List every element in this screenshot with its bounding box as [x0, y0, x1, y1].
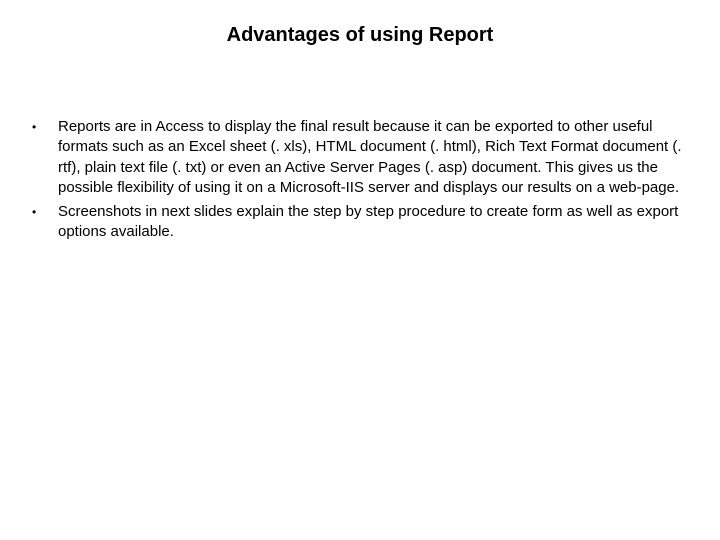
bullet-text: Screenshots in next slides explain the s… — [58, 202, 688, 243]
slide-title: Advantages of using Report — [0, 0, 720, 117]
slide-content: • Reports are in Access to display the f… — [0, 117, 720, 243]
bullet-text: Reports are in Access to display the fin… — [58, 117, 688, 198]
slide: Advantages of using Report • Reports are… — [0, 0, 720, 540]
bullet-icon: • — [32, 117, 58, 137]
list-item: • Screenshots in next slides explain the… — [32, 202, 688, 243]
bullet-icon: • — [32, 202, 58, 222]
bullet-list: • Reports are in Access to display the f… — [32, 117, 688, 243]
list-item: • Reports are in Access to display the f… — [32, 117, 688, 198]
